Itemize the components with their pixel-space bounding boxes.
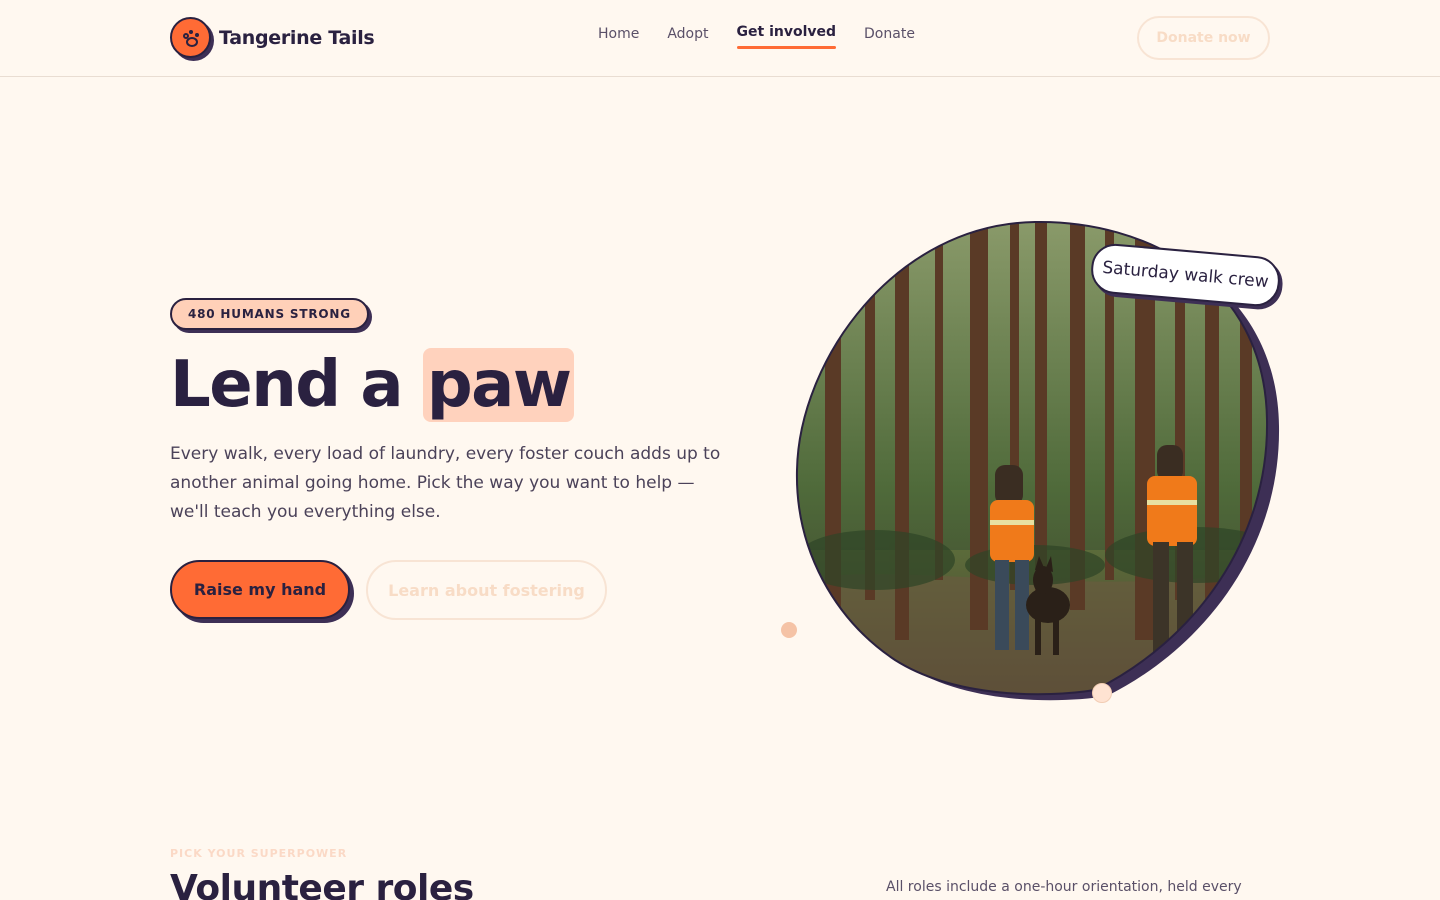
headline-text: Lend a [170,348,404,422]
orientation-note: All roles include a one-hour orientation… [886,879,1242,895]
brand-logo[interactable]: Tangerine Tails [170,17,375,58]
section-eyebrow: PICK YOUR SUPERPOWER [170,847,348,860]
main-nav: Home Adopt Get involved Donate [598,24,915,49]
paw-icon [170,17,211,58]
hero-description: Every walk, every load of laundry, every… [170,444,721,522]
nav-donate[interactable]: Donate [864,26,915,48]
nav-adopt[interactable]: Adopt [667,26,708,48]
decorative-dot [781,622,797,638]
section-title: Volunteer roles [170,868,474,900]
raise-hand-button[interactable]: Raise my hand [170,560,350,619]
nav-get-involved[interactable]: Get involved [736,24,836,49]
learn-fostering-button[interactable]: Learn about fostering [366,560,607,620]
donate-now-button[interactable]: Donate now [1137,16,1270,60]
page-title: Lend a paw [170,345,575,425]
decorative-dot [1092,683,1112,703]
headline-highlight: paw [422,348,575,422]
brand-name: Tangerine Tails [219,26,375,49]
volunteer-count-badge: 480 HUMANS STRONG [170,298,369,330]
site-header: Tangerine Tails Home Adopt Get involved … [0,0,1440,77]
nav-home[interactable]: Home [598,26,639,48]
